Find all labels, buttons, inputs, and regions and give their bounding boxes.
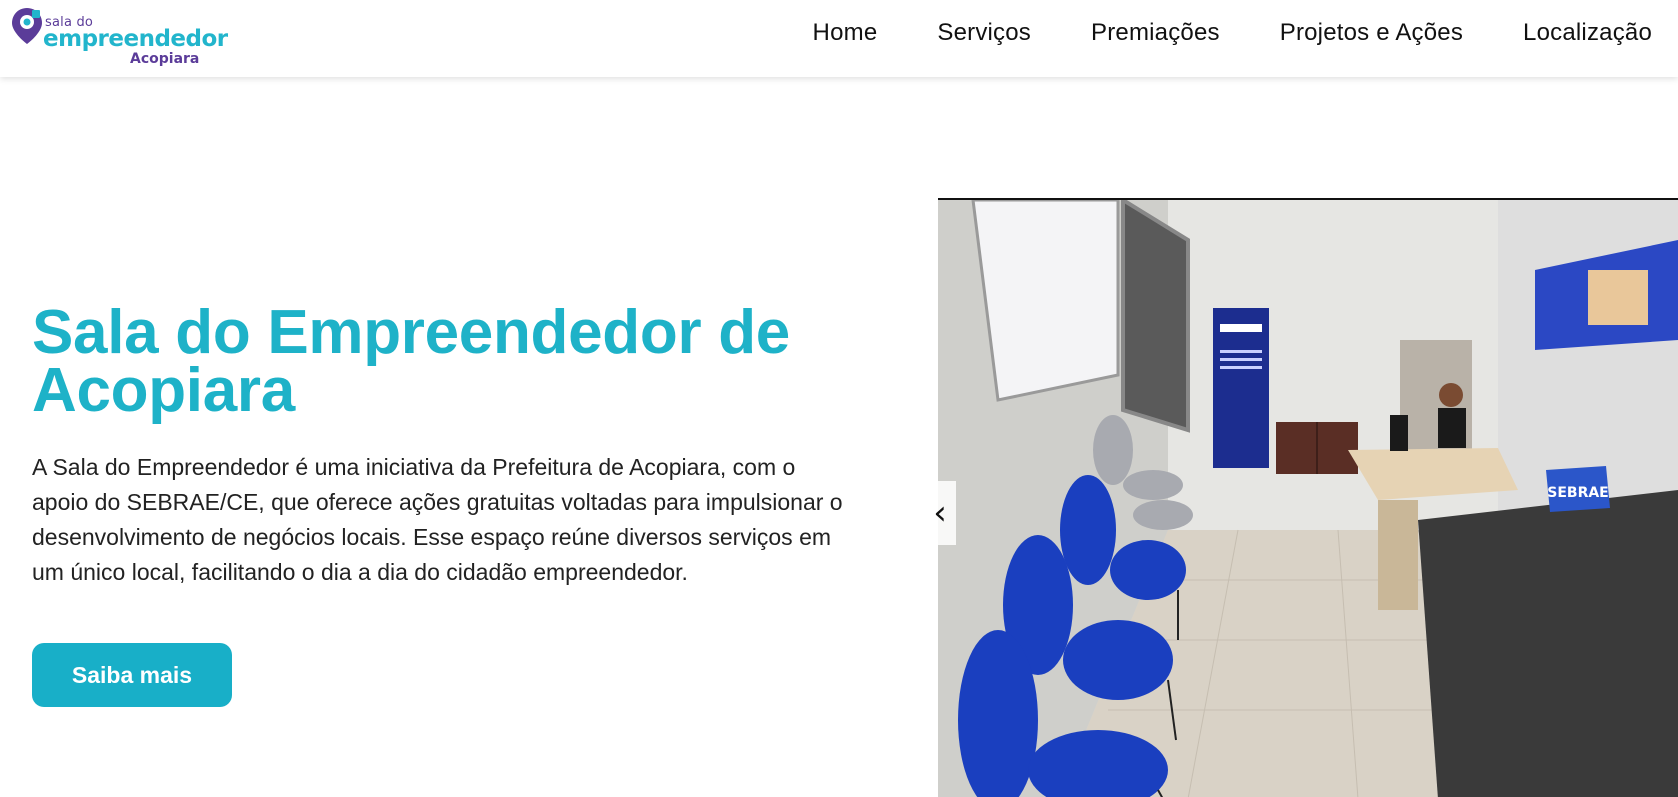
hero-description: A Sala do Empreendedor é uma iniciativa … <box>32 454 843 585</box>
nav-link-localizacao[interactable]: Localização <box>1523 19 1652 47</box>
hero-title-line2: Acopiara <box>32 356 295 425</box>
office-photo: SEBRAE <box>938 200 1678 797</box>
site-logo[interactable]: sala do empreendedor Acopiara <box>10 6 228 67</box>
hero-title: Sala do Empreendedor de Acopiara <box>32 302 872 422</box>
nav-link-projetos-acoes[interactable]: Projetos e Ações <box>1280 19 1463 47</box>
laptop-screen-text: SEBRAE <box>1547 485 1609 501</box>
logo-city-text: Acopiara <box>130 51 200 67</box>
site-header: sala do empreendedor Acopiara Home Servi… <box>0 0 1678 77</box>
carousel-prev-arrow-icon[interactable]: ‹ <box>924 481 956 545</box>
saiba-mais-button[interactable]: Saiba mais <box>32 643 232 707</box>
nav-link-premiacoes[interactable]: Premiações <box>1091 19 1220 47</box>
location-pin-logo-icon <box>12 8 42 44</box>
nav-link-home[interactable]: Home <box>813 19 878 47</box>
main-nav: Home Serviços Premiações Projetos e Açõe… <box>813 0 1652 65</box>
nav-link-servicos[interactable]: Serviços <box>937 19 1031 47</box>
office-photo-carousel: SEBRAE <box>938 198 1678 797</box>
logo-main-text: empreendedor <box>43 26 228 52</box>
